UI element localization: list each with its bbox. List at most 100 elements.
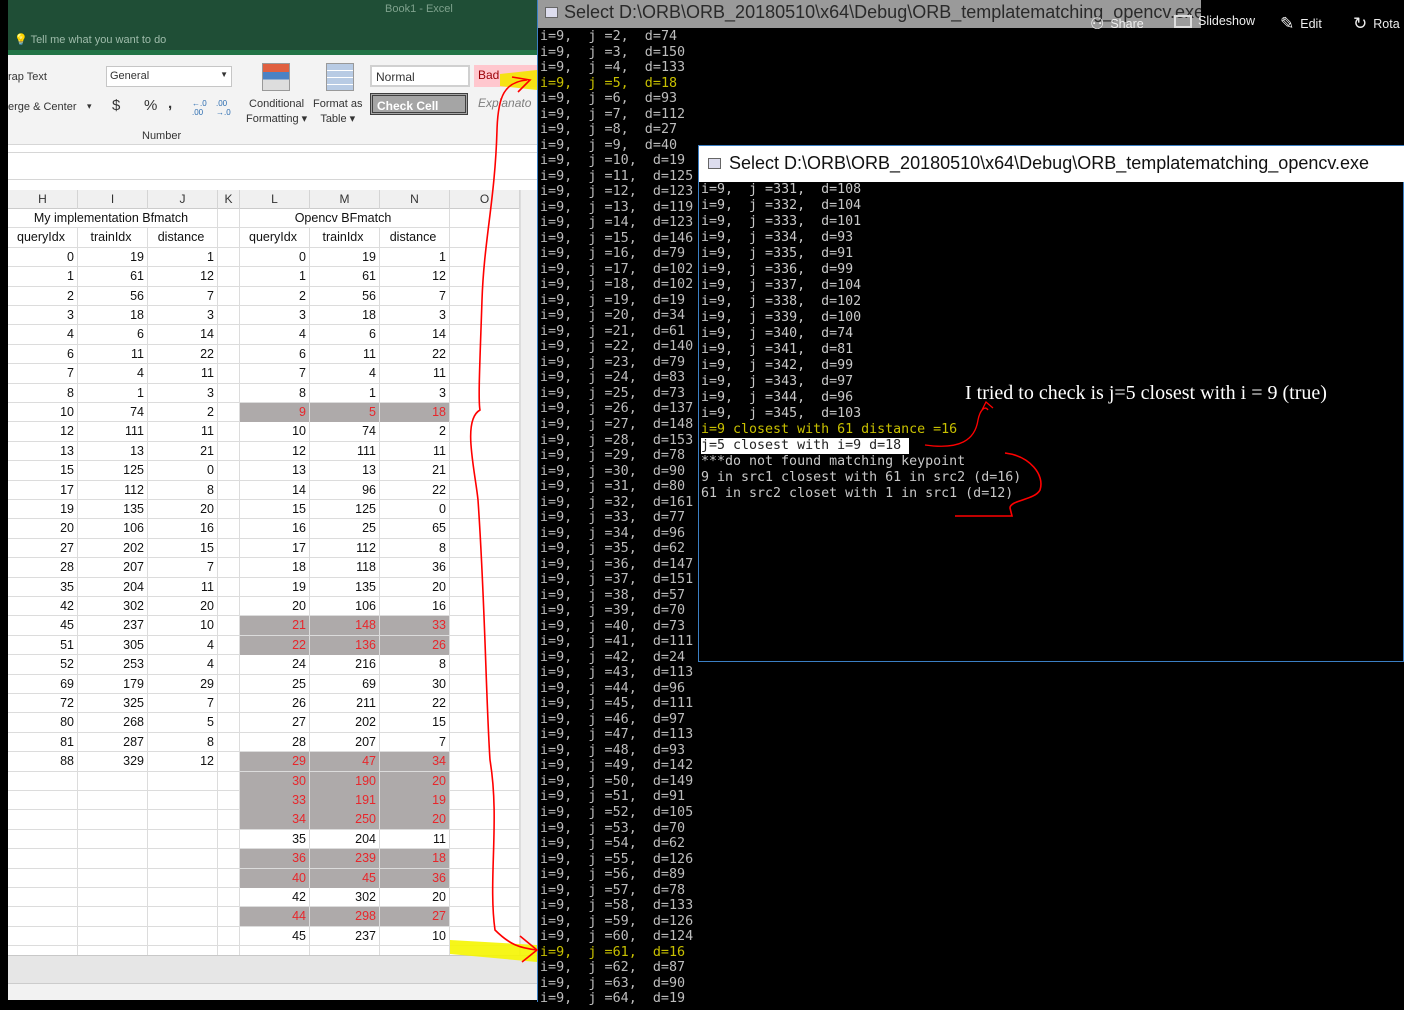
cell[interactable] — [8, 888, 78, 907]
cell[interactable]: 118 — [310, 558, 380, 578]
cell[interactable]: 106 — [310, 597, 380, 616]
cell[interactable]: 30 — [380, 674, 450, 694]
cell[interactable]: 2 — [8, 286, 78, 306]
cell[interactable]: 36 — [380, 558, 450, 578]
cell[interactable] — [8, 791, 78, 810]
cell[interactable]: 22 — [380, 344, 450, 364]
cell[interactable]: 207 — [78, 558, 148, 578]
cell[interactable]: 14 — [148, 325, 218, 345]
cell[interactable]: 190 — [310, 771, 380, 791]
cell[interactable]: 69 — [8, 674, 78, 694]
cell[interactable]: 7 — [380, 286, 450, 306]
header-queryIdx[interactable]: queryIdx — [8, 228, 78, 248]
cell[interactable] — [8, 771, 78, 791]
cell[interactable]: 96 — [310, 480, 380, 500]
cell[interactable] — [8, 849, 78, 869]
cell[interactable]: 11 — [380, 829, 450, 849]
cell[interactable]: 302 — [78, 597, 148, 616]
cell[interactable] — [148, 791, 218, 810]
cell[interactable]: 65 — [380, 519, 450, 539]
column-header-O[interactable]: O — [450, 190, 520, 209]
cell[interactable] — [450, 286, 520, 306]
cell[interactable]: 13 — [78, 441, 148, 461]
cell[interactable] — [218, 771, 240, 791]
cell[interactable]: 56 — [78, 286, 148, 306]
cell[interactable] — [218, 810, 240, 830]
cell[interactable] — [218, 519, 240, 539]
cell[interactable]: 4 — [240, 325, 310, 345]
comma-button[interactable]: , — [168, 95, 172, 112]
cell[interactable]: 29 — [240, 752, 310, 772]
cell[interactable]: 202 — [310, 713, 380, 733]
style-explanatory[interactable]: Explanato — [474, 93, 538, 115]
cell[interactable] — [450, 461, 520, 481]
conditional-formatting-button[interactable]: Conditional Formatting ▾ — [246, 97, 307, 127]
cell[interactable] — [8, 926, 78, 946]
cell[interactable]: 33 — [380, 616, 450, 636]
cell[interactable]: 28 — [240, 732, 310, 752]
cell[interactable] — [218, 907, 240, 927]
cell[interactable]: 7 — [148, 558, 218, 578]
cell[interactable] — [218, 635, 240, 655]
cell[interactable]: 30 — [240, 771, 310, 791]
cell[interactable]: 16 — [240, 519, 310, 539]
cell[interactable]: 202 — [78, 538, 148, 558]
cell[interactable] — [450, 752, 520, 772]
cell[interactable] — [450, 538, 520, 558]
cell[interactable] — [218, 209, 240, 228]
cell[interactable]: 12 — [380, 267, 450, 287]
cell[interactable]: 125 — [78, 461, 148, 481]
cell[interactable] — [450, 228, 520, 248]
cell[interactable] — [218, 286, 240, 306]
cell[interactable]: 8 — [8, 383, 78, 403]
cell[interactable]: 6 — [78, 325, 148, 345]
format-as-table-button[interactable]: Format as Table ▾ — [313, 97, 363, 127]
slideshow-button[interactable]: Slideshow — [1174, 14, 1255, 28]
cell[interactable]: 11 — [380, 441, 450, 461]
cell[interactable] — [8, 829, 78, 849]
cell[interactable]: 106 — [78, 519, 148, 539]
cell[interactable] — [218, 480, 240, 500]
cell[interactable] — [450, 926, 520, 946]
cell[interactable]: 237 — [310, 926, 380, 946]
cell[interactable]: 6 — [240, 344, 310, 364]
header-distance[interactable]: distance — [148, 228, 218, 248]
tell-me-search[interactable]: 💡 Tell me what you want to do — [14, 33, 166, 46]
cell[interactable] — [218, 403, 240, 422]
cell[interactable] — [450, 829, 520, 849]
cell[interactable]: 11 — [310, 344, 380, 364]
cell[interactable]: 13 — [8, 441, 78, 461]
cell[interactable]: 4 — [8, 325, 78, 345]
cell[interactable]: 27 — [8, 538, 78, 558]
column-header-H[interactable]: H — [8, 190, 78, 209]
cell[interactable]: 3 — [148, 306, 218, 325]
cell[interactable]: 20 — [380, 810, 450, 830]
cell[interactable]: 6 — [8, 344, 78, 364]
cell[interactable]: 148 — [310, 616, 380, 636]
column-header-N[interactable]: N — [380, 190, 450, 209]
cell[interactable] — [450, 907, 520, 927]
cell[interactable] — [218, 500, 240, 519]
cell[interactable] — [450, 791, 520, 810]
cell[interactable] — [450, 403, 520, 422]
cell[interactable]: 3 — [148, 383, 218, 403]
cell[interactable] — [450, 888, 520, 907]
cell[interactable]: 22 — [380, 480, 450, 500]
cell[interactable] — [450, 713, 520, 733]
rotate-button[interactable]: ↻ Rota — [1353, 14, 1400, 34]
cell[interactable] — [148, 810, 218, 830]
cell[interactable] — [450, 480, 520, 500]
cell[interactable] — [8, 907, 78, 927]
cell[interactable]: 18 — [78, 306, 148, 325]
cell[interactable]: 8 — [380, 655, 450, 675]
cell[interactable] — [218, 267, 240, 287]
column-header-K[interactable]: K — [218, 190, 240, 209]
column-header-M[interactable]: M — [310, 190, 380, 209]
cell[interactable] — [450, 267, 520, 287]
cell[interactable]: 8 — [380, 538, 450, 558]
cell[interactable] — [218, 325, 240, 345]
cell[interactable]: 7 — [240, 364, 310, 384]
cell[interactable]: 135 — [78, 500, 148, 519]
cell[interactable]: 69 — [310, 674, 380, 694]
cell[interactable]: 2 — [240, 286, 310, 306]
